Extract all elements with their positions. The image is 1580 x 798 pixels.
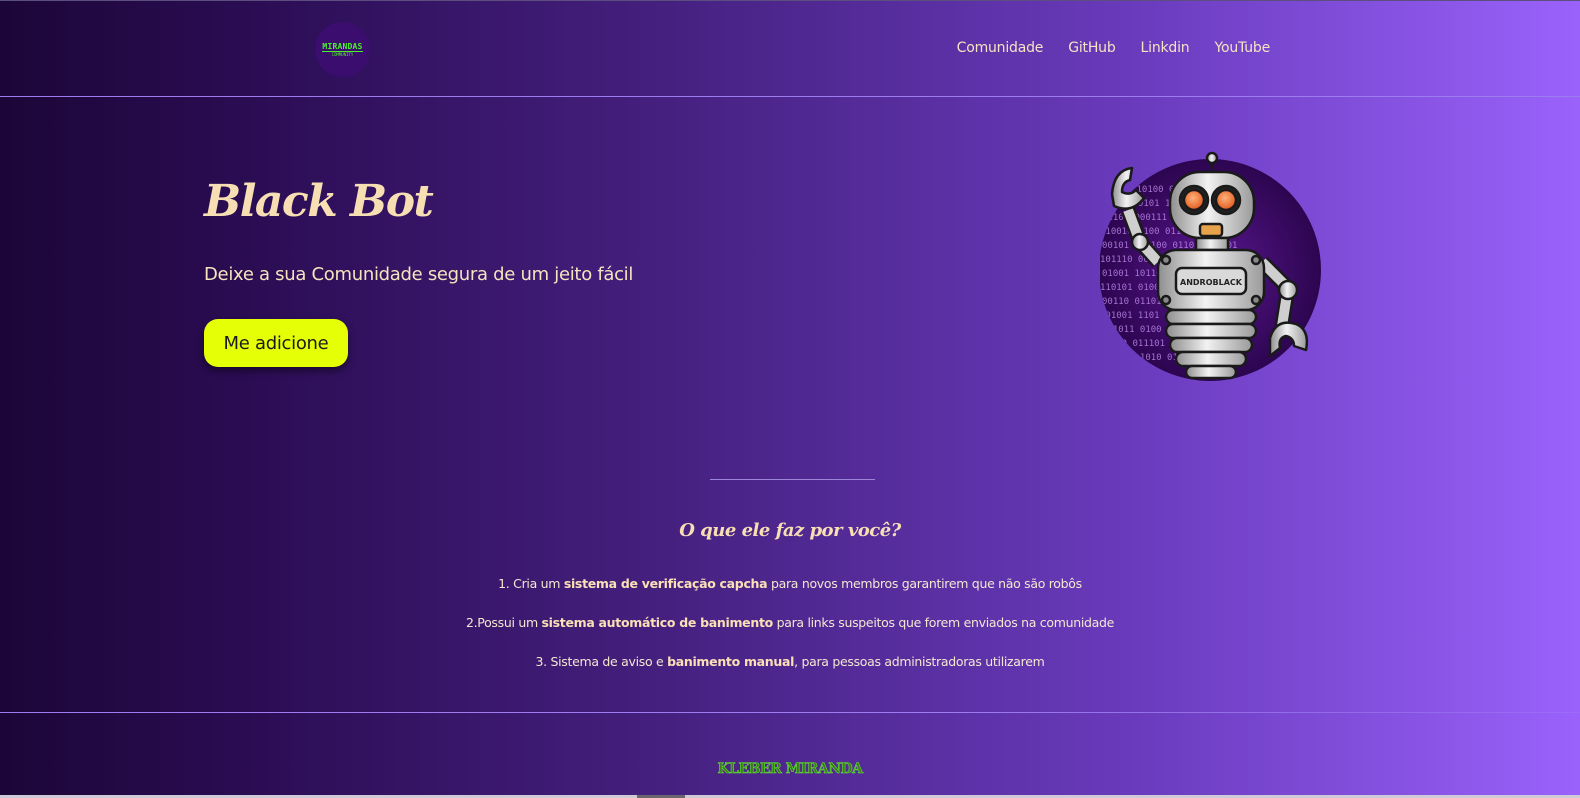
nav-link-linkdin[interactable]: Linkdin — [1141, 40, 1190, 56]
page: MIRANDAS COMMUNITY Comunidade GitHub Lin… — [0, 0, 1580, 798]
feature-text: 3. Sistema de aviso e — [535, 654, 668, 669]
main-nav: Comunidade GitHub Linkdin YouTube — [957, 40, 1271, 56]
footer-author: KLEBER MIRANDA — [717, 761, 863, 778]
nav-link-youtube[interactable]: YouTube — [1214, 40, 1270, 56]
features-list: 1. Cria um sistema de verificação capcha… — [0, 575, 1580, 692]
section-divider — [710, 479, 875, 480]
robot-illustration: 01011 10100 011010 1100 101000 0101 1100… — [1099, 150, 1325, 385]
nav-link-github[interactable]: GitHub — [1068, 40, 1116, 56]
nav-link-comunidade[interactable]: Comunidade — [957, 40, 1044, 56]
features-title: O que ele faz por você? — [679, 520, 901, 541]
feature-item: 2.Possui um sistema automático de banime… — [0, 614, 1580, 653]
logo-subtitle: COMMUNITY — [331, 52, 354, 57]
site-header: MIRANDAS COMMUNITY Comunidade GitHub Lin… — [0, 0, 1580, 97]
feature-text: 2.Possui um — [465, 615, 542, 630]
hero-subtitle: Deixe a sua Comunidade segura de um jeit… — [204, 264, 634, 285]
feature-highlight: banimento manual — [667, 654, 795, 669]
feature-item: 3. Sistema de aviso e banimento manual, … — [0, 653, 1580, 692]
feature-highlight: sistema de verificação capcha — [563, 576, 768, 591]
logo[interactable]: MIRANDAS COMMUNITY — [315, 22, 370, 77]
feature-text: para novos membros garantirem que não sã… — [767, 576, 1082, 591]
logo-title: MIRANDAS — [322, 42, 363, 52]
add-bot-button[interactable]: Me adicione — [204, 319, 348, 367]
feature-text: para links suspeitos que forem enviados … — [772, 615, 1115, 630]
feature-text: , para pessoas administradoras utilizare… — [794, 654, 1045, 669]
hero-title: Black Bot — [204, 176, 434, 227]
robot-badge-text: ANDROBLACK — [1180, 278, 1243, 287]
feature-text: 1. Cria um — [498, 576, 564, 591]
robot-icon: 01011 10100 011010 1100 101000 0101 1100… — [1099, 151, 1321, 381]
footer-divider — [0, 712, 1580, 713]
feature-highlight: sistema automático de banimento — [541, 615, 774, 630]
feature-item: 1. Cria um sistema de verificação capcha… — [0, 575, 1580, 614]
